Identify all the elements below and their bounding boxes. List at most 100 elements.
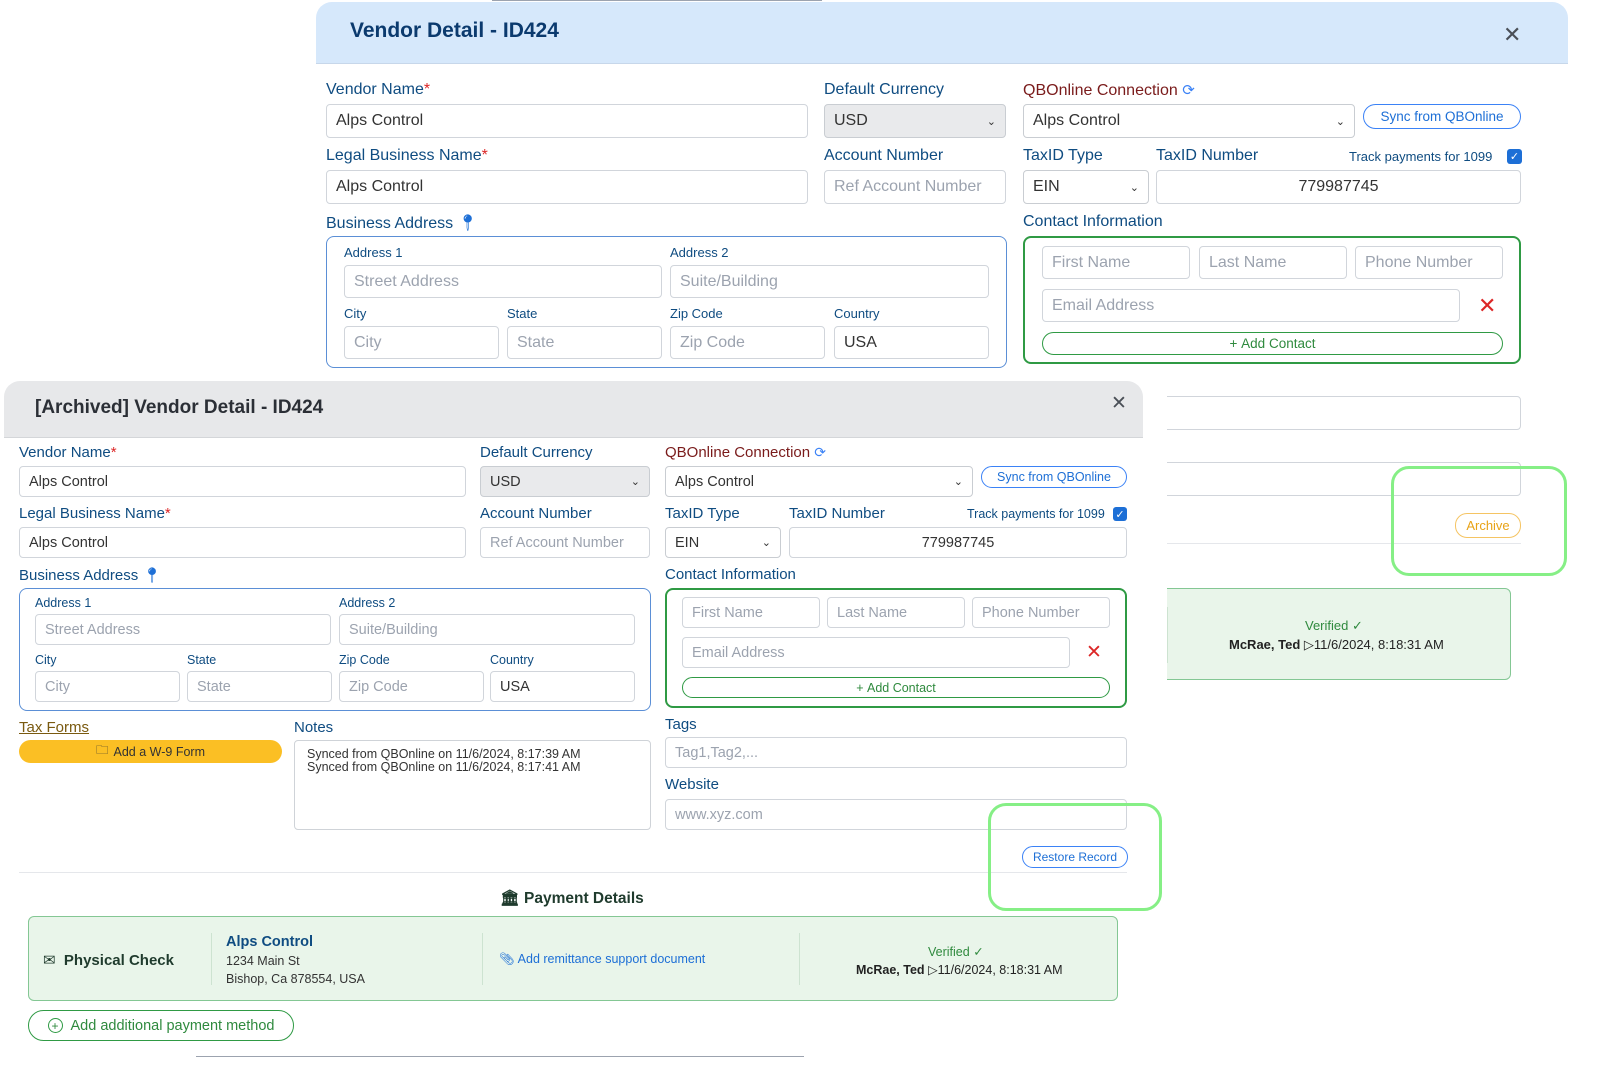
email-input[interactable]: Email Address	[1042, 289, 1460, 322]
separator	[1167, 607, 1168, 663]
phone-input[interactable]: Phone Number	[1355, 246, 1503, 279]
payee-name: Alps Control	[226, 934, 313, 950]
address2-input[interactable]: Suite/Building	[339, 614, 635, 645]
address2-input[interactable]: Suite/Building	[670, 265, 989, 298]
city-input[interactable]: City	[344, 326, 499, 359]
first-name-input[interactable]: First Name	[682, 597, 820, 628]
vendor-name-input[interactable]: Alps Control	[326, 104, 808, 138]
remittance-link[interactable]: 📎︎ Add remittance support document	[499, 952, 705, 967]
close-icon[interactable]: ✕	[1111, 394, 1127, 413]
track-1099-label: Track payments for 1099	[1349, 149, 1493, 164]
taxid-number-label: TaxID Number	[789, 505, 885, 522]
address1-input[interactable]: Street Address	[35, 614, 331, 645]
account-number-input[interactable]: Ref Account Number	[824, 170, 1006, 204]
separator	[799, 933, 800, 985]
add-contact-button[interactable]: + Add Contact	[682, 677, 1110, 698]
business-address-label: Business Address 📍︎	[326, 215, 478, 232]
taxid-number-label: TaxID Number	[1156, 147, 1259, 164]
payment-details-title: 🏛︎ Payment Details	[500, 890, 644, 907]
verified-status: Verified ✓	[928, 945, 984, 959]
add-payment-method-button[interactable]: + Add additional payment method	[28, 1010, 294, 1041]
bg-payment-card: Verified ✓ McRae, Ted ▷11/6/2024, 8:18:3…	[1116, 588, 1511, 680]
account-number-input[interactable]: Ref Account Number	[480, 527, 650, 558]
bg-hidden-input[interactable]	[1116, 396, 1521, 430]
restore-highlight	[988, 803, 1162, 911]
first-name-input[interactable]: First Name	[1042, 246, 1190, 279]
legal-name-label: Legal Business Name*	[326, 147, 488, 164]
default-currency-label: Default Currency	[824, 81, 945, 98]
payment-method: ✉︎ Physical Check	[43, 952, 174, 969]
state-input[interactable]: State	[187, 671, 332, 702]
default-currency-label: Default Currency	[480, 444, 593, 461]
website-label: Website	[665, 776, 719, 793]
contact-info-box: First Name Last Name Phone Number Email …	[665, 588, 1127, 708]
business-address-label: Business Address 📍︎	[19, 567, 162, 584]
plus-circle-icon: +	[47, 1018, 63, 1033]
last-name-input[interactable]: Last Name	[1199, 246, 1347, 279]
country-input[interactable]: USA	[834, 326, 989, 359]
remove-contact-icon[interactable]: ✕	[1086, 643, 1102, 662]
business-address-box: Address 1 Street Address Address 2 Suite…	[326, 236, 1007, 368]
taxid-number-input[interactable]: 779987745	[1156, 170, 1521, 204]
add-contact-button[interactable]: + Add Contact	[1042, 332, 1503, 355]
track-1099-checkbox[interactable]: ✓	[1507, 149, 1522, 164]
payee-address-line2: Bishop, Ca 878554, USA	[226, 972, 365, 986]
qbo-connection-select[interactable]: Alps Control ⌄	[1023, 104, 1355, 138]
sync-from-qbo-button[interactable]: Sync from QBOnline	[1363, 104, 1521, 129]
default-currency-select[interactable]: USD ⌄	[824, 104, 1006, 138]
tax-forms-link[interactable]: Tax Forms	[19, 719, 89, 736]
address2-label: Address 2	[339, 596, 396, 610]
legal-name-label: Legal Business Name*	[19, 505, 171, 522]
country-label: Country	[834, 306, 880, 321]
state-input[interactable]: State	[507, 326, 662, 359]
remove-contact-icon[interactable]: ✕	[1478, 295, 1496, 317]
city-input[interactable]: City	[35, 671, 180, 702]
address1-input[interactable]: Street Address	[344, 265, 662, 298]
chevron-down-icon: ⌄	[953, 476, 963, 488]
sync-from-qbo-button[interactable]: Sync from QBOnline	[981, 466, 1127, 488]
triangle-right-icon: ▷	[1303, 637, 1314, 652]
taxid-type-select[interactable]: EIN ⌄	[665, 527, 781, 558]
add-w9-button[interactable]: 🗀︎ Add a W-9 Form	[19, 740, 282, 763]
default-currency-select[interactable]: USD ⌄	[480, 466, 650, 497]
state-label: State	[187, 653, 217, 667]
contact-info-label: Contact Information	[1023, 213, 1163, 230]
email-input[interactable]: Email Address	[682, 637, 1070, 668]
qbo-connection-select[interactable]: Alps Control ⌄	[665, 466, 973, 497]
verified-by: McRae, Ted ▷11/6/2024, 8:18:31 AM	[856, 963, 1063, 977]
archive-highlight	[1391, 466, 1567, 576]
phone-input[interactable]: Phone Number	[972, 597, 1110, 628]
separator	[482, 933, 483, 985]
chevron-down-icon: ⌄	[761, 537, 771, 549]
taxid-type-label: TaxID Type	[665, 505, 740, 522]
chevron-down-icon: ⌄	[1335, 115, 1345, 128]
archived-vendor-detail-modal: [Archived] Vendor Detail - ID424 ✕ Vendo…	[4, 381, 1167, 1079]
modal-title: Vendor Detail - ID424	[350, 19, 559, 42]
close-icon[interactable]: ✕	[1503, 24, 1521, 46]
map-pin-icon: 📍︎	[457, 215, 478, 232]
legal-name-input[interactable]: Alps Control	[19, 527, 466, 558]
vendor-name-input[interactable]: Alps Control	[19, 466, 466, 497]
check-icon: ✓	[973, 945, 984, 959]
zip-label: Zip Code	[670, 306, 723, 321]
zip-input[interactable]: Zip Code	[339, 671, 484, 702]
refresh-icon[interactable]: ⟳	[1182, 82, 1195, 99]
zip-input[interactable]: Zip Code	[670, 326, 825, 359]
qbo-connection-label: QBOnline Connection ⟳	[665, 444, 826, 461]
taxid-number-input[interactable]: 779987745	[789, 527, 1127, 558]
map-pin-icon: 📍︎	[142, 567, 162, 584]
legal-name-input[interactable]: Alps Control	[326, 170, 808, 204]
separator	[211, 933, 212, 985]
note-line: Synced from QBOnline on 11/6/2024, 8:17:…	[307, 760, 581, 774]
bank-icon: 🏛︎	[500, 890, 520, 907]
business-address-box: Address 1 Street Address Address 2 Suite…	[19, 588, 651, 711]
chevron-down-icon: ⌄	[1129, 181, 1139, 194]
city-label: City	[35, 653, 57, 667]
track-1099-checkbox[interactable]: ✓	[1113, 507, 1127, 521]
taxid-type-select[interactable]: EIN ⌄	[1023, 170, 1149, 204]
country-input[interactable]: USA	[490, 671, 635, 702]
last-name-input[interactable]: Last Name	[827, 597, 965, 628]
tags-input[interactable]: Tag1,Tag2,...	[665, 737, 1127, 768]
notes-textarea[interactable]: Synced from QBOnline on 11/6/2024, 8:17:…	[294, 740, 651, 830]
refresh-icon[interactable]: ⟳	[814, 444, 826, 460]
